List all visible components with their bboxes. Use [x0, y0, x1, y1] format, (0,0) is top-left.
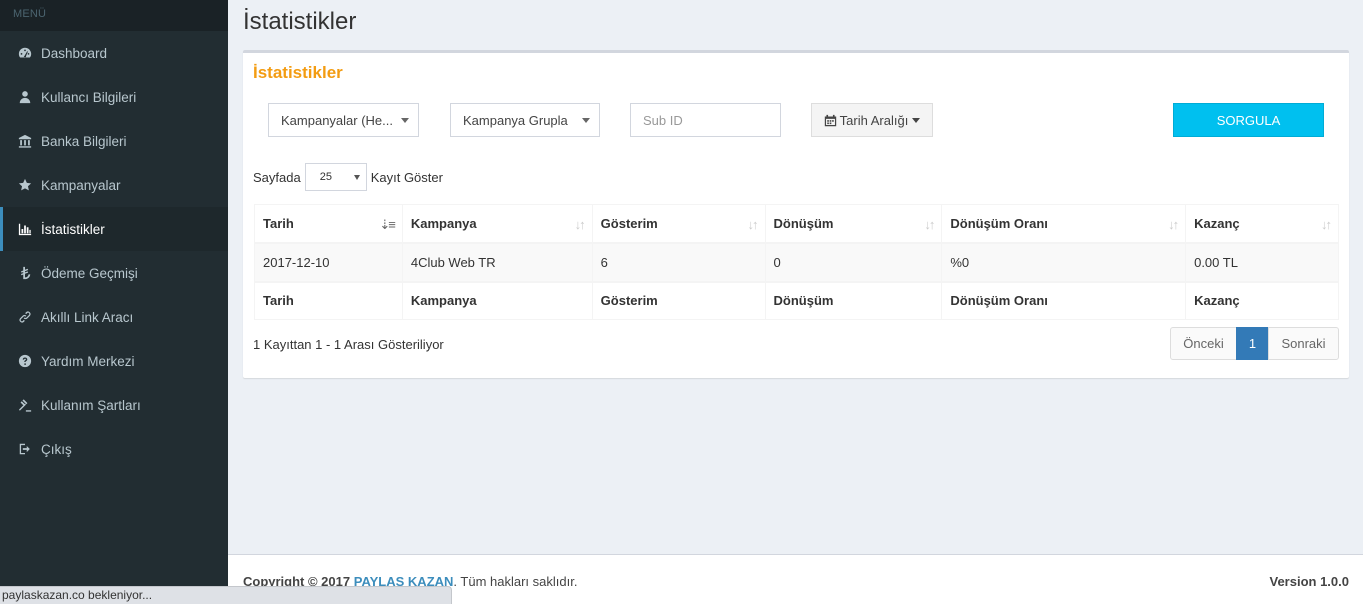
table-info: 1 Kayıttan 1 - 1 Arası Gösteriliyor — [253, 337, 444, 352]
sidebar-header: MENÜ — [0, 0, 228, 31]
sidebar-item-statistics[interactable]: İstatistikler — [0, 207, 228, 251]
column-header-date[interactable]: Tarih ⇣≡ — [254, 204, 403, 244]
main-content: İstatistikler İstatistikler Kampanyalar … — [228, 0, 1363, 604]
browser-status-bar: paylaskazan.co bekleniyor... — [0, 586, 452, 604]
footer-campaign: Kampanya — [401, 280, 593, 320]
sidebar: MENÜ Dashboard Kullancı Bilgileri Banka … — [0, 0, 228, 604]
sidebar-item-payment-history[interactable]: Ödeme Geçmişi — [0, 251, 228, 295]
page-length-prefix: Sayfada — [253, 169, 301, 185]
sort-icon: ↓↑ — [574, 217, 586, 232]
date-range-button[interactable]: Tarih Aralığı — [811, 103, 933, 137]
sort-icon: ↓↑ — [1321, 217, 1332, 232]
statistics-table: Tarih ⇣≡ Kampanya ↓↑ Gösterim ↓↑ Dönüşüm ↓↑ … — [254, 204, 1339, 320]
campaign-group-select-value: Kampanya Grupla — [463, 112, 568, 128]
caret-down-icon — [912, 117, 921, 123]
footer-date: Tarih — [254, 280, 403, 320]
star-icon — [17, 177, 33, 193]
sidebar-item-help-center[interactable]: Yardım Merkezi — [0, 339, 228, 383]
sidebar-item-label: Kampanyalar — [41, 177, 121, 193]
sidebar-item-terms[interactable]: Kullanım Şartları — [0, 383, 228, 427]
sidebar-item-bank-info[interactable]: Banka Bilgileri — [0, 119, 228, 163]
column-header-conversion-rate[interactable]: Dönüşüm Oranı ↓↑ — [941, 204, 1187, 244]
date-range-label: Tarih Aralığı — [839, 112, 909, 128]
dashboard-icon — [17, 45, 33, 61]
campaign-group-select[interactable]: Kampanya Grupla — [450, 103, 600, 137]
query-button[interactable]: SORGULA — [1173, 103, 1324, 137]
sub-id-input[interactable]: Sub ID — [630, 103, 781, 137]
sidebar-item-logout[interactable]: Çıkış — [0, 427, 228, 471]
sidebar-item-label: Yardım Merkezi — [41, 353, 135, 369]
lira-icon — [17, 265, 33, 281]
sort-icon: ↓↑ — [924, 217, 935, 232]
footer-impressions: Gösterim — [591, 280, 766, 320]
pagination-prev[interactable]: Önceki — [1170, 327, 1237, 360]
caret-down-icon — [401, 118, 409, 123]
column-header-earnings[interactable]: Kazanç ↓↑ — [1185, 204, 1339, 244]
question-icon — [17, 353, 33, 369]
box-title: İstatistikler — [253, 63, 343, 82]
sidebar-item-label: Banka Bilgileri — [41, 133, 127, 149]
sort-desc-icon: ⇣≡ — [379, 217, 396, 232]
pagination-page-1[interactable]: 1 — [1236, 327, 1269, 360]
page-title: İstatistikler — [243, 8, 357, 35]
statistics-box: İstatistikler Kampanyalar (He... Kampany… — [243, 50, 1349, 378]
table-header-row: Tarih ⇣≡ Kampanya ↓↑ Gösterim ↓↑ Dönüşüm ↓↑ … — [254, 204, 1339, 244]
sort-icon: ↓↑ — [1168, 217, 1179, 232]
column-header-impressions[interactable]: Gösterim ↓↑ — [591, 204, 766, 244]
page-length-value: 25 — [319, 171, 332, 183]
rights-text: . Tüm hakları saklıdır. — [453, 574, 578, 589]
calendar-icon — [824, 114, 836, 126]
cell-earnings: 0.00 TL — [1185, 242, 1339, 282]
page-length-suffix: Kayıt Göster — [370, 169, 443, 185]
bar-chart-icon — [17, 221, 33, 237]
campaigns-select-value: Kampanyalar (He... — [281, 112, 393, 128]
sort-icon: ↓↑ — [747, 217, 759, 232]
table-row: 2017-12-10 4Club Web TR 6 0 %0 0.00 TL — [254, 242, 1339, 282]
page-length-row: Sayfada 25 Kayıt Göster — [253, 163, 443, 191]
cell-conversion-rate: %0 — [941, 242, 1187, 282]
sidebar-item-label: Dashboard — [41, 45, 108, 61]
sidebar-item-user-info[interactable]: Kullancı Bilgileri — [0, 75, 228, 119]
column-header-conversions[interactable]: Dönüşüm ↓↑ — [764, 204, 943, 244]
sidebar-item-label: Çıkış — [41, 441, 72, 457]
user-icon — [17, 89, 33, 105]
sidebar-item-label: Kullanım Şartları — [41, 397, 141, 413]
column-header-campaign[interactable]: Kampanya ↓↑ — [401, 204, 593, 244]
footer-version: Version 1.0.0 — [1269, 574, 1350, 589]
pagination: Önceki 1 Sonraki — [1170, 327, 1339, 360]
sidebar-item-label: İstatistikler — [41, 221, 105, 237]
caret-down-icon — [353, 175, 360, 180]
page-length-select[interactable]: 25 — [304, 163, 367, 191]
sidebar-item-smart-link[interactable]: Akıllı Link Aracı — [0, 295, 228, 339]
footer-earnings: Kazanç — [1185, 280, 1339, 320]
cell-impressions: 6 — [591, 242, 766, 282]
sign-out-icon — [17, 441, 33, 457]
gavel-icon — [17, 397, 33, 413]
pagination-next[interactable]: Sonraki — [1268, 327, 1339, 360]
filters-row: Kampanyalar (He... Kampanya Grupla Sub I… — [268, 103, 1328, 137]
sidebar-item-label: Kullancı Bilgileri — [41, 89, 137, 105]
sidebar-item-label: Akıllı Link Aracı — [41, 309, 134, 325]
caret-down-icon — [582, 118, 590, 123]
cell-date: 2017-12-10 — [254, 242, 403, 282]
bank-icon — [17, 133, 33, 149]
footer-conversions: Dönüşüm — [764, 280, 943, 320]
cell-campaign: 4Club Web TR — [401, 242, 593, 282]
sidebar-item-label: Ödeme Geçmişi — [41, 265, 138, 281]
cell-conversions: 0 — [764, 242, 943, 282]
table-footer-row: Tarih Kampanya Gösterim Dönüşüm Dönüşüm … — [254, 280, 1339, 320]
footer-conversion-rate: Dönüşüm Oranı — [941, 280, 1187, 320]
sidebar-item-campaigns[interactable]: Kampanyalar — [0, 163, 228, 207]
sidebar-item-dashboard[interactable]: Dashboard — [0, 31, 228, 75]
campaigns-select[interactable]: Kampanyalar (He... — [268, 103, 419, 137]
link-icon — [17, 309, 33, 325]
